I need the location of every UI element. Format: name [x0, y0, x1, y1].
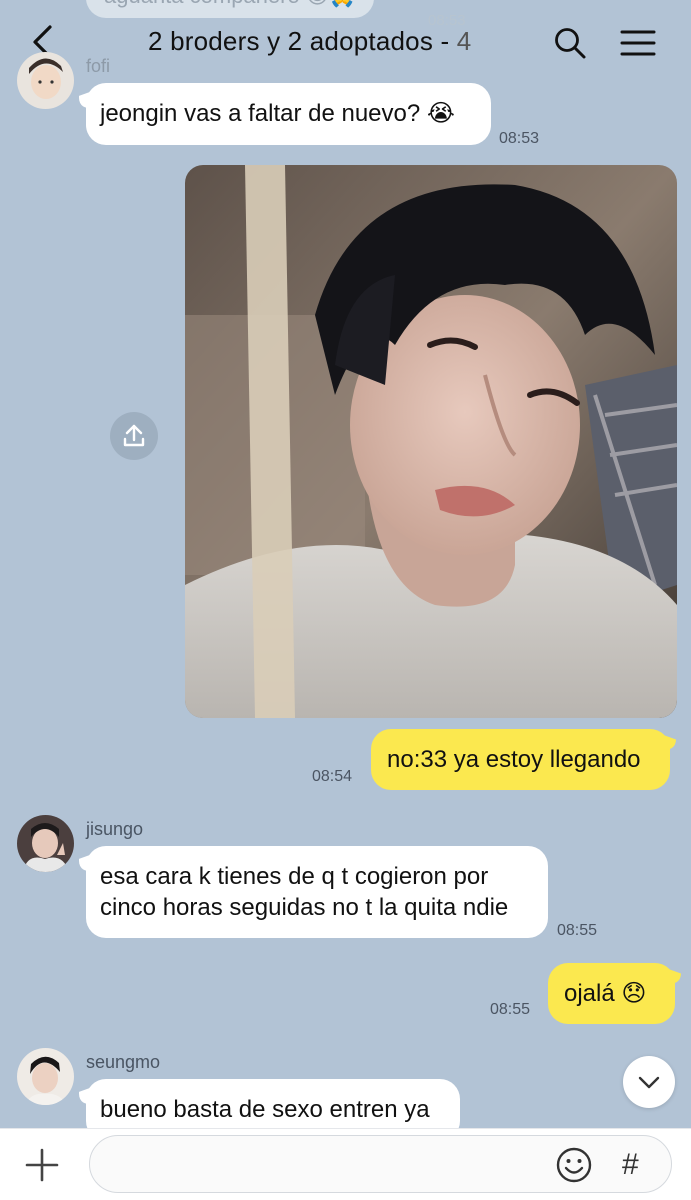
message-bubble-incoming[interactable]: esa cara k tienes de q t cogieron por ci… [86, 846, 548, 938]
message-text: bueno basta de sexo entren ya [100, 1096, 430, 1123]
add-attachment-button[interactable] [24, 1147, 60, 1183]
message-time: 08:54 [312, 768, 353, 785]
sender-name-seungmo: seungmo [86, 1052, 161, 1072]
message-text: ojalá 😞 [564, 980, 647, 1007]
avatar-seungmo[interactable] [17, 1048, 74, 1105]
hamburger-icon [620, 30, 656, 56]
message-bubble-incoming[interactable]: jeongin vas a faltar de nuevo? 😭 [86, 83, 491, 145]
chat-title: 2 broders y 2 adoptados - 4 [148, 26, 471, 57]
menu-button[interactable] [620, 28, 656, 58]
chat-title-text: 2 broders y 2 adoptados [148, 26, 434, 56]
share-icon [123, 424, 145, 447]
composer-bar: # [0, 1128, 691, 1200]
emoji-button[interactable] [555, 1146, 593, 1184]
share-button[interactable] [110, 412, 158, 460]
avatar-jisungo[interactable] [17, 815, 74, 872]
message-time: 08:55 [490, 1001, 531, 1018]
smiley-icon [556, 1147, 592, 1183]
message-text-line: cinco horas seguidas no t la quita ndie [100, 894, 509, 921]
message-text: no:33 ya estoy llegando [387, 746, 641, 773]
member-count: 4 [456, 26, 472, 56]
sender-name-jisungo: jisungo [86, 819, 144, 839]
search-icon [555, 28, 586, 59]
message-bubble-outgoing[interactable]: ojalá 😞 [548, 963, 675, 1024]
chevron-down-icon [638, 1076, 660, 1089]
message-bubble-outgoing[interactable]: no:33 ya estoy llegando [371, 729, 670, 790]
search-button[interactable] [553, 26, 587, 60]
message-text-line: esa cara k tienes de q t cogieron por [100, 863, 489, 890]
sender-name-fofi: fofi [86, 56, 111, 76]
avatar-fofi[interactable] [17, 52, 74, 109]
scroll-to-bottom-button[interactable] [623, 1056, 675, 1108]
hashtag-button[interactable]: # [622, 1145, 639, 1185]
plus-icon [25, 1148, 59, 1182]
chat-title-separator: - [433, 26, 457, 56]
hash-icon: # [622, 1148, 639, 1181]
shared-photo[interactable] [185, 165, 677, 718]
message-time: 08:55 [557, 922, 598, 939]
message-time: 08:53 [499, 130, 540, 147]
message-text: jeongin vas a faltar de nuevo? 😭 [100, 100, 455, 127]
